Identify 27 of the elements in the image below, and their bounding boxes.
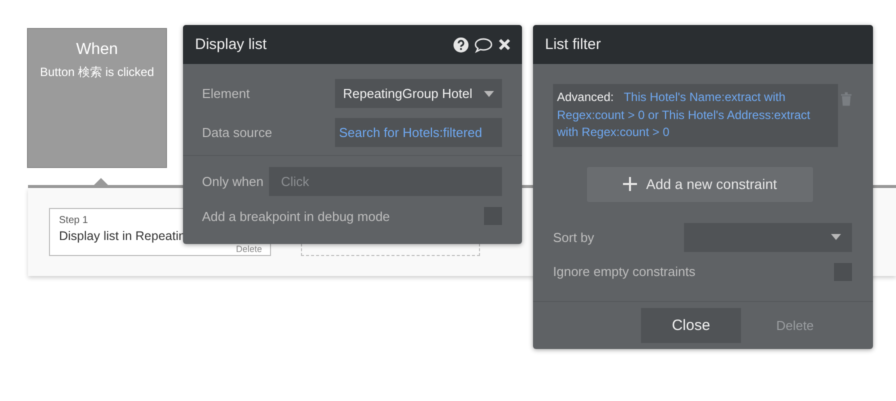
close-icon[interactable] — [498, 38, 511, 51]
add-constraint-button[interactable]: Add a new constraint — [587, 166, 813, 202]
condition-field[interactable]: Click — [269, 167, 502, 196]
constraint-text[interactable]: Advanced: This Hotel's Name:extract with Regex:count > 0 or This Hotel's Address:extract with Regex:count > 0 — [553, 84, 838, 146]
step-title: Display list in Repeatin — [59, 229, 186, 243]
panel-title: List filter — [545, 36, 601, 53]
caret-icon — [484, 90, 494, 96]
field-label: Element — [202, 86, 250, 101]
plus-icon — [623, 177, 638, 191]
checkbox-label: Ignore empty constraints — [553, 264, 696, 279]
caret-icon — [831, 234, 841, 240]
sort-dropdown[interactable] — [684, 222, 852, 252]
delete-link[interactable]: Delete — [236, 244, 262, 254]
event-card[interactable]: When Button 検索 is clicked — [27, 28, 167, 168]
field-label: Only when — [202, 174, 264, 189]
field-label: Sort by — [553, 230, 594, 244]
comment-icon[interactable] — [474, 36, 493, 52]
field-label: Data source — [202, 125, 272, 140]
help-icon[interactable] — [453, 36, 469, 52]
element-dropdown[interactable]: RepeatingGroup Hotel — [335, 79, 502, 108]
step-label: Step 1 — [59, 215, 88, 226]
close-button[interactable]: Close — [641, 308, 741, 343]
panel-title: Display list — [195, 36, 267, 53]
event-description: Button 検索 is clicked — [40, 64, 154, 81]
event-title: When — [76, 41, 118, 59]
data-source-field[interactable]: Search for Hotels:filtered — [335, 118, 502, 147]
trash-icon[interactable] — [841, 92, 852, 106]
